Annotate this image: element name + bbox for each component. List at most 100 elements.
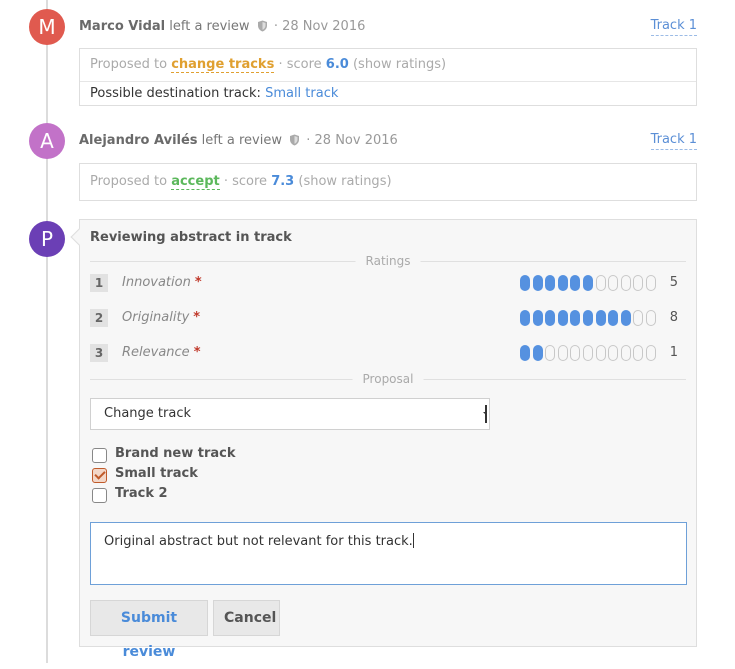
- rating-pip[interactable]: [570, 310, 581, 326]
- track-option-label: Brand new track: [115, 446, 236, 461]
- proposed-prefix: Proposed to: [90, 174, 168, 189]
- rating-pip[interactable]: [608, 275, 619, 291]
- review-date: 28 Nov 2016: [282, 19, 366, 34]
- rating-value: 8: [669, 310, 678, 325]
- form-title: Reviewing abstract in track: [90, 230, 292, 245]
- rating-pips[interactable]: [517, 275, 656, 291]
- rating-pip[interactable]: [557, 310, 568, 326]
- shield-icon: [289, 133, 300, 153]
- rating-pip[interactable]: [557, 345, 568, 361]
- checkbox[interactable]: [92, 488, 107, 503]
- score-value: 7.3: [271, 174, 295, 189]
- rating-pip[interactable]: [545, 345, 556, 361]
- comment-text: Original abstract but not relevant for t…: [104, 534, 413, 549]
- score-value: 6.0: [325, 57, 349, 72]
- review-summary: Proposed to accept · score 7.3 (show rat…: [80, 164, 696, 200]
- avatar: M: [29, 9, 65, 45]
- comment-textarea[interactable]: Original abstract but not relevant for t…: [90, 522, 687, 585]
- rating-pip[interactable]: [620, 275, 631, 291]
- rating-pip[interactable]: [620, 310, 631, 326]
- form-pointer: [70, 228, 88, 246]
- rating-pip[interactable]: [545, 310, 556, 326]
- rating-pip[interactable]: [583, 310, 594, 326]
- review-author[interactable]: Marco Vidal: [79, 19, 165, 34]
- proposal-link[interactable]: accept: [171, 174, 220, 190]
- rating-pip[interactable]: [633, 345, 644, 361]
- rating-name: Innovation *: [122, 274, 202, 292]
- rating-pip[interactable]: [633, 275, 644, 291]
- review-author[interactable]: Alejandro Avilés: [79, 133, 198, 148]
- rating-pip[interactable]: [583, 275, 594, 291]
- checkbox[interactable]: [92, 448, 107, 463]
- destination-row: Possible destination track: Small track: [80, 81, 696, 105]
- track-option-brand-new[interactable]: Brand new track: [92, 445, 236, 463]
- track-option-track-2[interactable]: Track 2: [92, 485, 168, 503]
- track-option-label: Track 2: [115, 486, 168, 501]
- rating-pip[interactable]: [570, 345, 581, 361]
- rating-row: 3 Relevance * 1: [90, 344, 678, 362]
- rating-pips[interactable]: [517, 310, 656, 326]
- show-ratings-link[interactable]: (show ratings): [353, 57, 446, 72]
- rating-number: 2: [90, 309, 108, 327]
- review-date: 28 Nov 2016: [314, 133, 398, 148]
- rating-pip[interactable]: [583, 345, 594, 361]
- review-form: Reviewing abstract in track Ratings 1 In…: [70, 219, 697, 660]
- rating-label: Relevance: [122, 345, 190, 360]
- text-cursor: [412, 533, 414, 548]
- checkbox[interactable]: [92, 468, 107, 483]
- proposal-label: Proposal: [352, 372, 424, 386]
- rating-pip[interactable]: [520, 275, 531, 291]
- submit-review-button[interactable]: Submit review: [90, 600, 208, 660]
- rating-pip[interactable]: [608, 345, 619, 361]
- rating-value: 1: [669, 345, 678, 360]
- rating-pip[interactable]: [532, 275, 543, 291]
- review-box: Proposed to accept · score 7.3 (show rat…: [79, 163, 697, 201]
- review-action: left a review: [201, 133, 282, 148]
- rating-label: Originality: [122, 310, 190, 325]
- rating-number: 1: [90, 274, 108, 292]
- proposal-link[interactable]: change tracks: [171, 57, 275, 73]
- rating-name: Originality *: [122, 309, 200, 327]
- track-option-small[interactable]: Small track: [92, 465, 198, 483]
- proposed-prefix: Proposed to: [90, 57, 168, 72]
- track-link[interactable]: Track 1: [650, 17, 697, 36]
- review-separator: ·: [273, 19, 278, 34]
- destination-link[interactable]: Small track: [265, 86, 338, 101]
- show-ratings-link[interactable]: (show ratings): [298, 174, 391, 189]
- rating-pip[interactable]: [595, 310, 606, 326]
- rating-pip[interactable]: [545, 275, 556, 291]
- rating-pip[interactable]: [646, 310, 656, 326]
- rating-number: 3: [90, 344, 108, 362]
- rating-pip[interactable]: [646, 345, 656, 361]
- track-link[interactable]: Track 1: [650, 131, 697, 150]
- rating-pip[interactable]: [520, 310, 531, 326]
- rating-pip[interactable]: [557, 275, 568, 291]
- rating-pip[interactable]: [532, 345, 543, 361]
- cancel-button[interactable]: Cancel: [213, 600, 280, 636]
- proposal-select[interactable]: Change track: [90, 398, 490, 430]
- rating-pips[interactable]: [517, 345, 656, 361]
- required-mark: *: [194, 275, 202, 290]
- rating-row: 2 Originality * 8: [90, 309, 678, 327]
- rating-pip[interactable]: [520, 345, 531, 361]
- rating-pip[interactable]: [532, 310, 543, 326]
- rating-pip[interactable]: [595, 275, 606, 291]
- track-option-label: Small track: [115, 466, 198, 481]
- select-caret-icon: [481, 405, 487, 423]
- required-mark: *: [193, 310, 201, 325]
- proposal-select-value: Change track: [104, 406, 191, 421]
- review-summary: Proposed to change tracks · score 6.0 (s…: [80, 49, 696, 81]
- rating-pip[interactable]: [570, 275, 581, 291]
- rating-pip[interactable]: [633, 310, 644, 326]
- rating-pip[interactable]: [620, 345, 631, 361]
- destination-label: Possible destination track:: [90, 86, 261, 101]
- rating-pip[interactable]: [646, 275, 656, 291]
- rating-value: 5: [669, 275, 678, 290]
- avatar: A: [29, 123, 65, 159]
- review-header: Marco Vidal left a review · 28 Nov 2016 …: [79, 17, 697, 37]
- review-box: Proposed to change tracks · score 6.0 (s…: [79, 48, 697, 106]
- rating-row: 1 Innovation * 5: [90, 274, 678, 292]
- rating-pip[interactable]: [595, 345, 606, 361]
- rating-pip[interactable]: [608, 310, 619, 326]
- proposal-divider: Proposal: [90, 372, 686, 386]
